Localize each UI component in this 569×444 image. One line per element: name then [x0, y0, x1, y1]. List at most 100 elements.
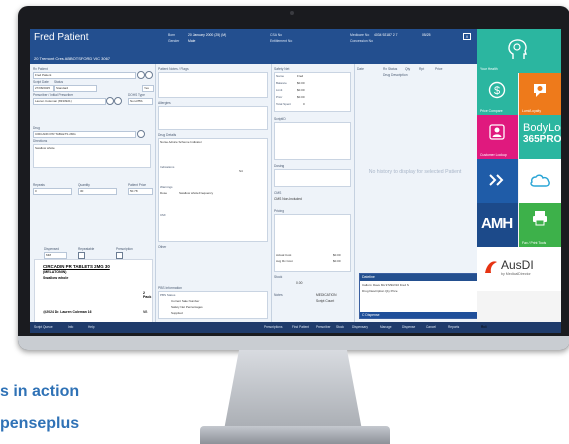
label-preview: CIRCADIN PR TABLETS 2MG 30 (MELATONIN) S… — [34, 259, 153, 323]
pbs-safety-net: Safety Net Percentages — [171, 305, 203, 309]
dispensed-field[interactable]: MM — [44, 252, 67, 259]
history-rpt-col[interactable]: Rpt — [419, 67, 424, 71]
label-pack: 2 Pack — [143, 291, 152, 299]
search-patient-icon[interactable] — [137, 71, 145, 79]
patient-notes-box[interactable] — [158, 72, 268, 98]
dollar-icon: $ — [488, 81, 506, 99]
close-button[interactable]: X — [463, 33, 471, 40]
medication-profile: MEDICATION — [316, 293, 337, 297]
tile-cloud[interactable] — [519, 159, 561, 203]
statusbar-find-patient[interactable]: Find Patient — [292, 325, 309, 329]
label-drug: CIRCADIN PR TABLETS 2MG 30 — [43, 264, 110, 269]
concession-label: Concession No — [350, 39, 373, 43]
safety-net-column: Safety Net Name Fred Balance $0.00 Limit… — [272, 64, 355, 322]
script-count: Script Count — [316, 299, 335, 303]
history-date-col[interactable]: Date — [357, 67, 364, 71]
sn-name-label: Name — [276, 74, 285, 78]
tile-price-compare-label: Price Compare — [480, 109, 503, 113]
statusbar-prescriptions[interactable]: Prescriptions — [264, 325, 282, 329]
status-select[interactable]: Standard — [54, 85, 97, 92]
script-date-label: Script Date — [33, 80, 49, 84]
allergies-box[interactable] — [158, 106, 268, 130]
sn-limit-label: Limit — [276, 88, 283, 92]
history-qty-col[interactable]: Qty — [405, 67, 410, 71]
search-prescriber-icon[interactable] — [106, 97, 114, 105]
statusbar-manage[interactable]: Manage — [380, 325, 392, 329]
label-directions: Swallow whole — [43, 276, 69, 280]
repeats-field[interactable]: 0 — [33, 188, 72, 195]
quantity-field[interactable]: 30 — [78, 188, 117, 195]
dispensing-app-screen: Fred Patient 20 Tremont Cres ABBOTSFORD … — [30, 29, 561, 333]
history-price-col[interactable]: Price — [435, 67, 443, 71]
patient-header: Fred Patient 20 Tremont Cres ABBOTSFORD … — [30, 29, 477, 64]
tile-ausdi[interactable]: AusDI by MedicalDirector — [477, 247, 561, 291]
quantity-label: Quantity — [78, 183, 90, 187]
dispense-bar[interactable]: C Dispense — [360, 312, 477, 318]
patient-notes-title: Patient Notes / Flags — [158, 67, 189, 71]
add-patient-icon[interactable] — [145, 71, 153, 79]
medicare-label: Medicare No — [350, 33, 370, 37]
search-drug-icon[interactable] — [137, 130, 145, 138]
statusbar-prescriber[interactable]: Prescriber — [316, 325, 331, 329]
drug-field[interactable]: CIRCADIN PR TABLETS 2MG — [33, 131, 136, 138]
gender-label: Gender — [168, 39, 180, 43]
drug-details-title: Drug Details — [158, 133, 177, 137]
statusbar-help[interactable]: Help — [88, 325, 95, 329]
warnings-value: Swallow whole — [179, 191, 199, 195]
sn-prior-value: $0.00 — [297, 95, 305, 99]
statusbar-dispensary[interactable]: Dispensary — [352, 325, 368, 329]
dateline-title: Dateline — [360, 274, 477, 281]
statusbar-stock[interactable]: Stock — [336, 325, 344, 329]
entitlement-label: Entitlement No — [270, 39, 293, 43]
statusbar-script-queue[interactable]: Script Queue — [34, 325, 53, 329]
repeatable-checkbox[interactable] — [78, 252, 85, 259]
scriptid-title: ScriptID — [274, 117, 286, 121]
history-drug-col[interactable]: Drug Description — [383, 73, 408, 77]
status-label: Status — [54, 80, 64, 84]
days-field[interactable]: Yes — [142, 85, 154, 92]
history-status-col[interactable]: Rx Status — [383, 67, 397, 71]
patient-price-field[interactable]: 50.78 — [128, 188, 153, 195]
statusbar-dispense[interactable]: Dispense — [402, 325, 415, 329]
svg-text:$: $ — [494, 85, 500, 97]
printer-icon — [533, 211, 547, 226]
tile-fax[interactable]: Fax / Print Tools — [519, 203, 561, 247]
repeats-label: Repeats — [33, 183, 45, 187]
ausdi-sub: by MedicalDirector — [501, 272, 531, 276]
rx-patient-field[interactable]: Fred Patient — [33, 72, 136, 79]
patient-name[interactable]: Fred Patient — [34, 32, 88, 43]
add-prescriber-icon[interactable] — [114, 97, 122, 105]
pbs-info-box: PBS Status Current Sale Number Safety Ne… — [158, 291, 268, 319]
tile-bodylog[interactable]: BodyLog 365PRO — [519, 115, 561, 159]
tile-lumi[interactable]: Lumi/Loyalty — [519, 73, 561, 115]
tile-your-health[interactable]: Your Health — [477, 29, 561, 73]
statusbar-reports[interactable]: Reports — [448, 325, 459, 329]
statusbar-cancel[interactable]: Cancel — [426, 325, 436, 329]
dohs-type-select[interactable]: Non-PBS — [128, 98, 153, 105]
prescription-checkbox[interactable] — [116, 252, 123, 259]
frequency-tab[interactable]: Frequency — [199, 191, 213, 195]
dohs-type-label: DOHS Type — [128, 93, 145, 97]
tile-amh[interactable]: AMH — [477, 203, 518, 247]
pbs-info-title: PBS Information — [158, 286, 183, 290]
statusbar-info[interactable]: Info — [68, 325, 73, 329]
directions-field[interactable]: Swallow whole — [33, 144, 151, 168]
tile-lumi-label: Lumi/Loyalty — [522, 109, 542, 113]
label-prescriber: @2024 Dr. Lauren Coleman 16 — [43, 310, 92, 314]
tile-customer-lookup[interactable]: Customer Lookup — [477, 115, 518, 159]
prescriber-field[interactable]: Lauren Coleman (8333921) — [33, 98, 106, 105]
dose-tab[interactable]: Dose — [160, 191, 167, 195]
bodylog-sub: 365PRO — [523, 134, 561, 145]
ausdi-logo: AusDI — [501, 258, 534, 272]
other-title: Other — [158, 245, 167, 249]
forward-chevrons-icon — [489, 174, 504, 186]
tile-customer-lookup-label: Customer Lookup — [480, 153, 507, 157]
script-date-field[interactable]: 27/08/2025 — [33, 85, 54, 92]
stock-value: 0.00 — [296, 281, 303, 285]
born-value: 20 January 2000 (25) (M) — [188, 33, 227, 37]
bodylog-logo: BodyLog — [523, 122, 561, 134]
safety-net-box: Name Fred Balance $0.00 Limit $0.00 Prio… — [274, 72, 351, 112]
tile-price-compare[interactable]: $ Price Compare — [477, 73, 518, 115]
tile-flow[interactable] — [477, 159, 518, 203]
cms-value: CMS Non-Included — [274, 197, 302, 201]
